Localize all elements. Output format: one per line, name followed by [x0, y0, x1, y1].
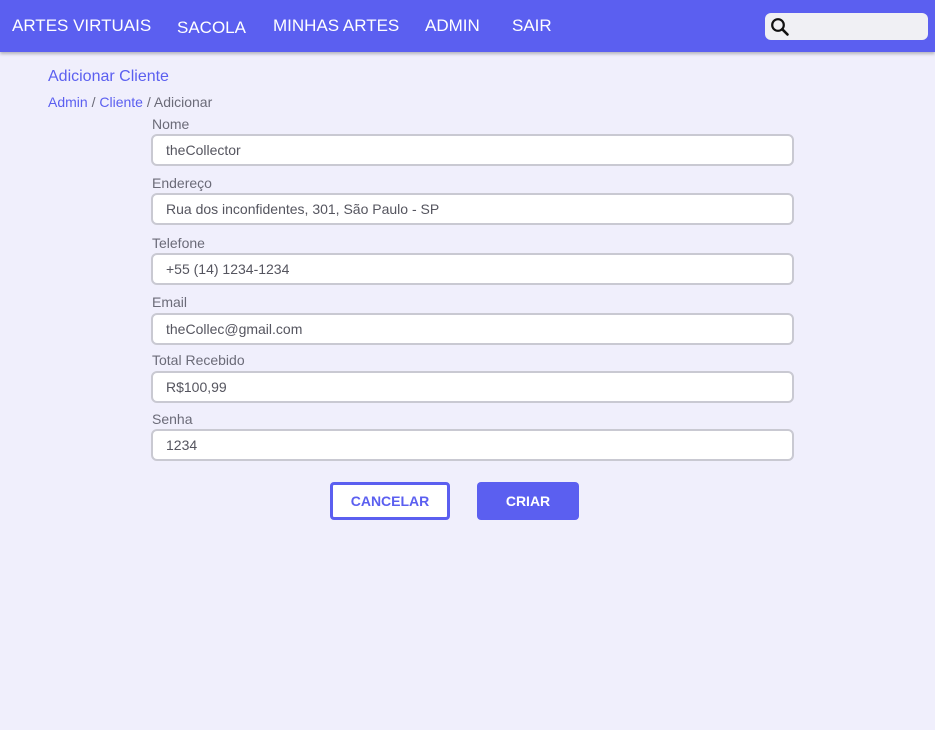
- total-recebido-input[interactable]: [151, 371, 794, 403]
- telefone-input[interactable]: [151, 253, 794, 285]
- breadcrumb-cliente[interactable]: Cliente: [99, 94, 143, 110]
- senha-input[interactable]: [151, 429, 794, 461]
- nome-input[interactable]: [151, 134, 794, 166]
- search-input[interactable]: [793, 16, 925, 38]
- nav-link-sacola[interactable]: SACOLA: [177, 18, 246, 38]
- endereco-label: Endereço: [152, 175, 212, 191]
- breadcrumb-separator: /: [91, 94, 96, 110]
- telefone-label: Telefone: [152, 235, 205, 251]
- nav-link-minhas-artes[interactable]: MINHAS ARTES: [273, 16, 399, 36]
- senha-label: Senha: [152, 411, 193, 427]
- top-navbar: ARTES VIRTUAIS SACOLA MINHAS ARTES ADMIN…: [0, 0, 935, 52]
- page-title: Adicionar Cliente: [48, 68, 169, 85]
- breadcrumb-separator: /: [146, 94, 151, 110]
- total-recebido-label: Total Recebido: [152, 352, 245, 368]
- brand-link[interactable]: ARTES VIRTUAIS: [12, 16, 151, 36]
- breadcrumb-current: Adicionar: [153, 94, 213, 110]
- email-label: Email: [152, 294, 188, 310]
- breadcrumb: Admin / Cliente / Adicionar: [48, 94, 212, 110]
- create-button[interactable]: CRIAR: [477, 482, 579, 520]
- nome-label: Nome: [152, 116, 190, 132]
- search-icon[interactable]: [770, 17, 790, 37]
- nav-link-sair[interactable]: SAIR: [512, 16, 552, 36]
- cancel-button[interactable]: CANCELAR: [330, 482, 450, 520]
- email-input[interactable]: [151, 313, 794, 345]
- endereco-input[interactable]: [151, 193, 794, 225]
- breadcrumb-admin[interactable]: Admin: [48, 94, 88, 110]
- search-box[interactable]: [765, 13, 928, 40]
- nav-link-admin[interactable]: ADMIN: [425, 16, 480, 36]
